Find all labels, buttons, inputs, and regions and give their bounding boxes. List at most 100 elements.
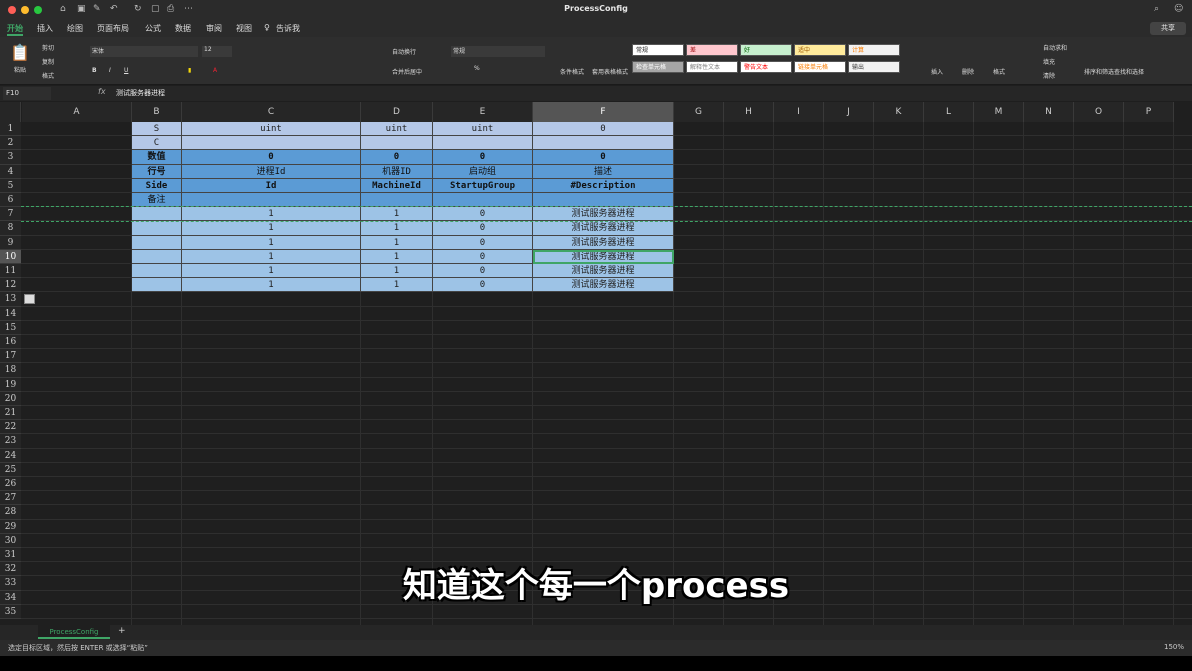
style-normal[interactable]: 常规 xyxy=(632,44,684,56)
row-header-1[interactable]: 1 xyxy=(0,122,21,137)
underline-button[interactable]: U xyxy=(124,67,128,74)
table-cell[interactable]: Side xyxy=(132,178,182,193)
row-header-22[interactable]: 22 xyxy=(0,420,21,435)
table-cell[interactable]: 1 xyxy=(361,278,433,293)
row-header-16[interactable]: 16 xyxy=(0,335,21,350)
copy-button[interactable]: 复制 xyxy=(42,57,54,66)
clear-button[interactable]: 清除 xyxy=(1043,71,1055,80)
sheet-tab-processconfig[interactable]: ProcessConfig xyxy=(38,625,110,639)
table-cell[interactable]: Id xyxy=(182,178,361,193)
table-cell[interactable]: 行号 xyxy=(132,164,182,179)
table-cell[interactable] xyxy=(361,193,433,208)
delete-cells-button[interactable]: 删除 xyxy=(962,67,974,76)
table-cell[interactable]: 1 xyxy=(361,264,433,279)
table-cell[interactable]: 1 xyxy=(361,207,433,222)
tab-formulas[interactable]: 公式 xyxy=(145,23,161,34)
row-header-10[interactable]: 10 xyxy=(0,249,21,264)
table-cell[interactable]: 数值 xyxy=(132,150,182,165)
fill-button[interactable]: 填充 xyxy=(1043,57,1055,66)
row-header-27[interactable]: 27 xyxy=(0,491,21,506)
tab-layout[interactable]: 页面布局 xyxy=(97,23,129,34)
wrap-text-button[interactable]: 自动换行 xyxy=(392,47,416,56)
tab-home[interactable]: 开始 xyxy=(7,23,23,36)
style-explanatory[interactable]: 解释性文本 xyxy=(686,61,738,73)
font-select[interactable]: 宋体 xyxy=(90,46,198,57)
tab-insert[interactable]: 插入 xyxy=(37,23,53,34)
style-check-cell[interactable]: 检查单元格 xyxy=(632,61,684,73)
row-header-26[interactable]: 26 xyxy=(0,477,21,492)
search-icon[interactable]: ⌕ xyxy=(1154,4,1159,14)
table-cell[interactable] xyxy=(433,136,533,151)
row-header-21[interactable]: 21 xyxy=(0,406,21,421)
column-header-b[interactable]: B xyxy=(132,102,182,122)
percent-button[interactable]: % xyxy=(474,65,480,72)
table-cell[interactable] xyxy=(132,278,182,293)
cut-button[interactable]: 剪切 xyxy=(42,43,54,52)
sort-filter-button[interactable]: 排序和筛选 xyxy=(1084,67,1114,76)
table-cell[interactable]: S xyxy=(132,122,182,137)
column-header-a[interactable]: A xyxy=(22,102,132,122)
font-color-icon[interactable]: A xyxy=(213,67,217,74)
column-header-o[interactable]: O xyxy=(1074,102,1124,122)
row-header-15[interactable]: 15 xyxy=(0,320,21,335)
style-linked-cell[interactable]: 链接单元格 xyxy=(794,61,846,73)
column-header-n[interactable]: N xyxy=(1024,102,1074,122)
fx-icon[interactable]: fx xyxy=(98,87,106,96)
table-cell[interactable]: 0 xyxy=(361,150,433,165)
row-header-24[interactable]: 24 xyxy=(0,448,21,463)
table-cell[interactable]: 测试服务器进程 xyxy=(533,264,674,279)
table-cell[interactable] xyxy=(132,221,182,236)
table-cell[interactable] xyxy=(132,235,182,250)
table-cell[interactable]: 0 xyxy=(182,150,361,165)
table-cell[interactable]: 启动组 xyxy=(433,164,533,179)
add-sheet-button[interactable]: + xyxy=(118,626,126,636)
row-header-25[interactable]: 25 xyxy=(0,462,21,477)
tab-view[interactable]: 视图 xyxy=(236,23,252,34)
spreadsheet-grid[interactable]: A B C D E F G H I J K L M N O P 1 2 3 4 5 6 7 8 9 10 11 12 13 14 15 16 1… xyxy=(0,102,1192,625)
table-cell[interactable] xyxy=(132,207,182,222)
table-cell[interactable]: 1 xyxy=(361,249,433,264)
table-cell[interactable]: 1 xyxy=(182,207,361,222)
italic-button[interactable]: I xyxy=(109,67,111,74)
table-cell[interactable]: 0 xyxy=(433,221,533,236)
table-cell[interactable]: 1 xyxy=(182,249,361,264)
table-cell[interactable]: C xyxy=(132,136,182,151)
paste-icon[interactable]: 📋 xyxy=(10,43,30,62)
table-cell[interactable]: 0 xyxy=(533,122,674,137)
font-size-select[interactable]: 12 xyxy=(202,46,232,57)
format-cells-button[interactable]: 格式 xyxy=(993,67,1005,76)
table-cell[interactable] xyxy=(182,136,361,151)
table-cell[interactable]: 0 xyxy=(533,150,674,165)
table-cell[interactable] xyxy=(533,136,674,151)
table-cell[interactable]: 备注 xyxy=(132,193,182,208)
number-format-select[interactable]: 常规 xyxy=(451,46,545,57)
table-cell[interactable]: #Description xyxy=(533,178,674,193)
column-header-p[interactable]: P xyxy=(1124,102,1174,122)
style-bad[interactable]: 差 xyxy=(686,44,738,56)
table-cell[interactable] xyxy=(433,193,533,208)
column-header-m[interactable]: M xyxy=(974,102,1024,122)
table-cell[interactable]: 测试服务器进程 xyxy=(533,249,674,264)
autosum-button[interactable]: 自动求和 xyxy=(1043,43,1067,52)
column-header-h[interactable]: H xyxy=(724,102,774,122)
table-cell[interactable]: uint xyxy=(361,122,433,137)
table-cell[interactable]: 1 xyxy=(182,264,361,279)
row-header-9[interactable]: 9 xyxy=(0,235,21,250)
table-cell[interactable]: uint xyxy=(182,122,361,137)
table-cell[interactable]: 0 xyxy=(433,235,533,250)
table-cell[interactable]: 测试服务器进程 xyxy=(533,207,674,222)
style-output[interactable]: 输出 xyxy=(848,61,900,73)
column-header-c[interactable]: C xyxy=(182,102,361,122)
table-cell[interactable]: 0 xyxy=(433,264,533,279)
table-cell[interactable]: 0 xyxy=(433,249,533,264)
table-cell[interactable]: 1 xyxy=(361,221,433,236)
row-header-19[interactable]: 19 xyxy=(0,377,21,392)
find-select-button[interactable]: 查找和选择 xyxy=(1114,67,1144,76)
table-cell[interactable]: uint xyxy=(433,122,533,137)
table-cell[interactable]: MachineId xyxy=(361,178,433,193)
column-header-l[interactable]: L xyxy=(924,102,974,122)
table-cell[interactable]: StartupGroup xyxy=(433,178,533,193)
format-as-table-button[interactable]: 套用表格格式 xyxy=(592,67,628,76)
tab-review[interactable]: 审阅 xyxy=(206,23,222,34)
paste-button[interactable]: 粘贴 xyxy=(14,65,26,74)
